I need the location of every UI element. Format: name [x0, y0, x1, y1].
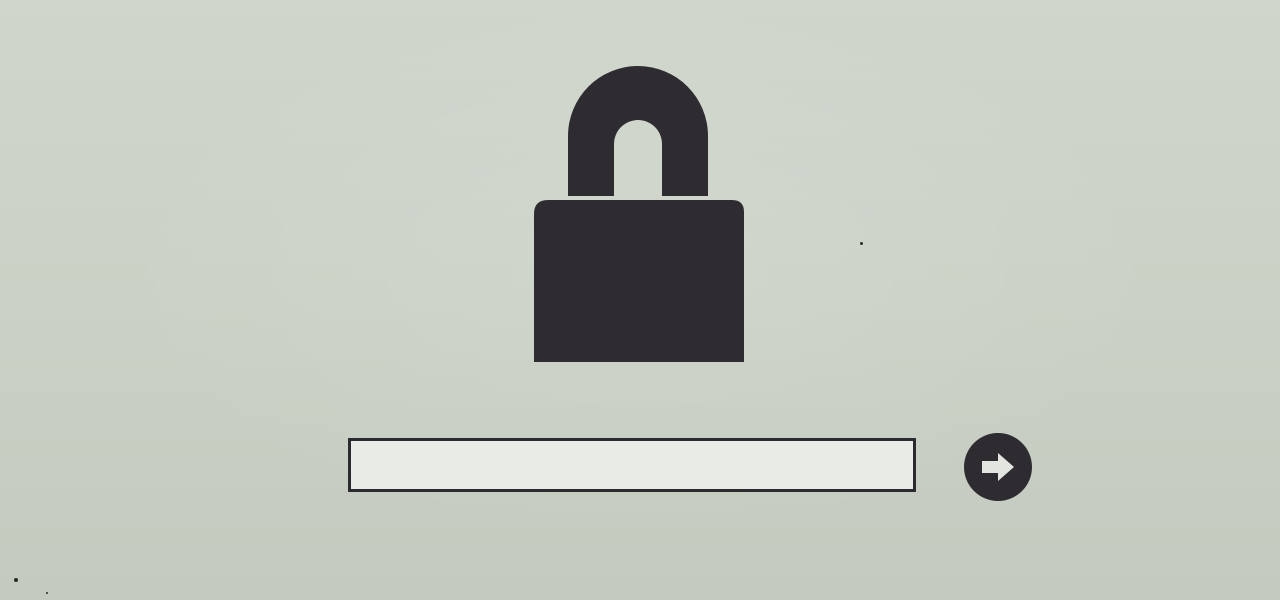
password-field[interactable] [348, 438, 916, 492]
padlock-icon [530, 66, 746, 366]
screen-speck [46, 592, 48, 594]
arrow-right-icon [982, 453, 1014, 481]
screen-speck [860, 242, 863, 245]
lock-screen [0, 0, 1280, 600]
login-button[interactable] [964, 433, 1032, 501]
screen-speck [14, 578, 18, 582]
